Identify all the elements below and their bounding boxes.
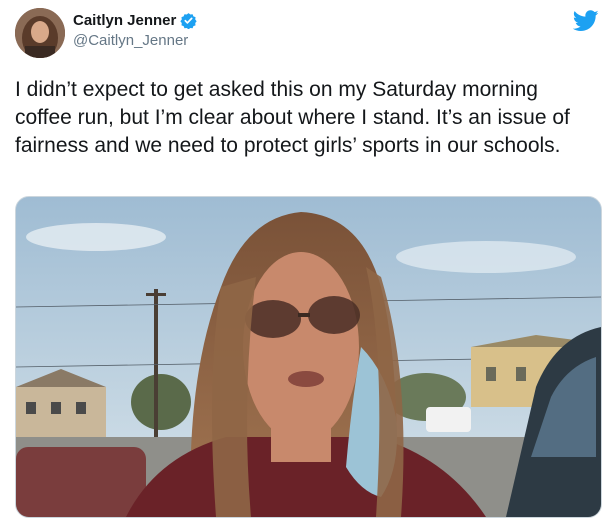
tweet-card: Caitlyn Jenner @Caitlyn_Jenner I didn’t … <box>0 0 615 518</box>
author-names: Caitlyn Jenner @Caitlyn_Jenner <box>73 12 198 49</box>
tweet-text: I didn’t expect to get asked this on my … <box>15 78 570 157</box>
display-name[interactable]: Caitlyn Jenner <box>73 12 176 29</box>
handle[interactable]: @Caitlyn_Jenner <box>73 32 197 49</box>
media-photo <box>16 197 601 517</box>
verified-badge-icon <box>180 12 198 30</box>
avatar[interactable] <box>15 8 65 58</box>
twitter-bird-icon <box>572 10 599 32</box>
tweet-media[interactable] <box>15 196 602 518</box>
avatar-image <box>15 8 65 58</box>
tweet-header: Caitlyn Jenner @Caitlyn_Jenner <box>15 8 603 60</box>
